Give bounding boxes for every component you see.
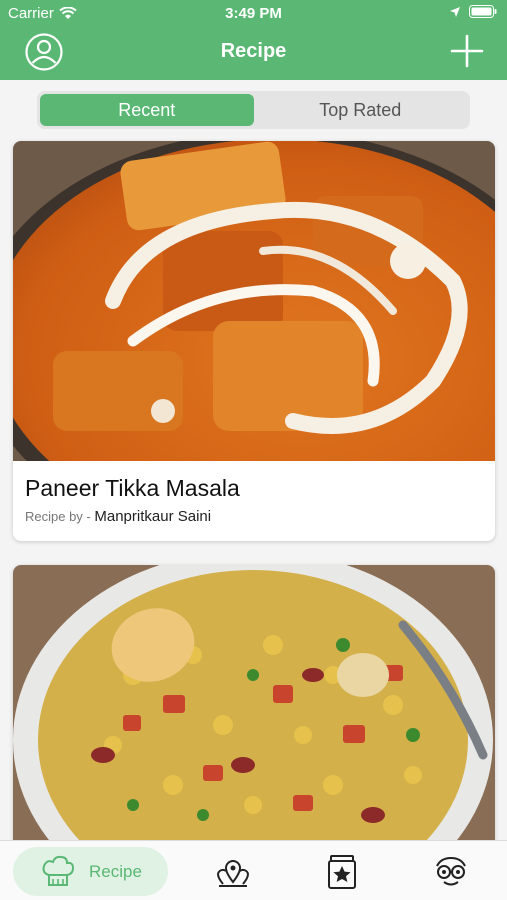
glasses-face-icon <box>436 856 466 886</box>
recipe-by-label: Recipe by - <box>25 509 91 524</box>
tab-recipe[interactable]: Recipe <box>13 847 168 896</box>
tab-profile[interactable] <box>431 852 471 892</box>
recipe-author: Manpritkaur Saini <box>94 508 212 525</box>
chef-hat-icon <box>42 855 75 886</box>
recipe-image <box>13 565 495 855</box>
tab-bar: Recipe <box>0 840 507 900</box>
location-arrow-icon <box>450 6 460 17</box>
recipe-filter-segmented-control: Recent Top Rated <box>37 91 470 129</box>
recipe-title: Paneer Tikka Masala <box>25 475 240 501</box>
recipe-byline: Recipe by - Manpritkaur Saini <box>25 508 483 525</box>
plus-icon <box>450 34 484 68</box>
app-header: Carrier 3:49 PM Recipe <box>0 0 507 80</box>
status-time: 3:49 PM <box>225 5 282 22</box>
starred-jar-icon <box>328 855 356 889</box>
recipe-card[interactable]: Paneer Tikka Masala Recipe by - Manpritk… <box>13 141 495 541</box>
status-bar: Carrier 3:49 PM <box>0 0 507 26</box>
tab-locations[interactable] <box>213 852 253 892</box>
segment-recent[interactable]: Recent <box>40 94 254 126</box>
add-recipe-button[interactable] <box>449 33 485 69</box>
tab-favorites[interactable] <box>322 852 362 892</box>
tab-recipe-label: Recipe <box>89 861 142 881</box>
segment-top-rated[interactable]: Top Rated <box>254 94 468 126</box>
battery-icon <box>469 5 497 18</box>
recipe-card[interactable] <box>13 565 495 855</box>
recipe-image <box>13 141 495 461</box>
page-title: Recipe <box>220 40 287 62</box>
map-pins-icon <box>216 860 250 887</box>
